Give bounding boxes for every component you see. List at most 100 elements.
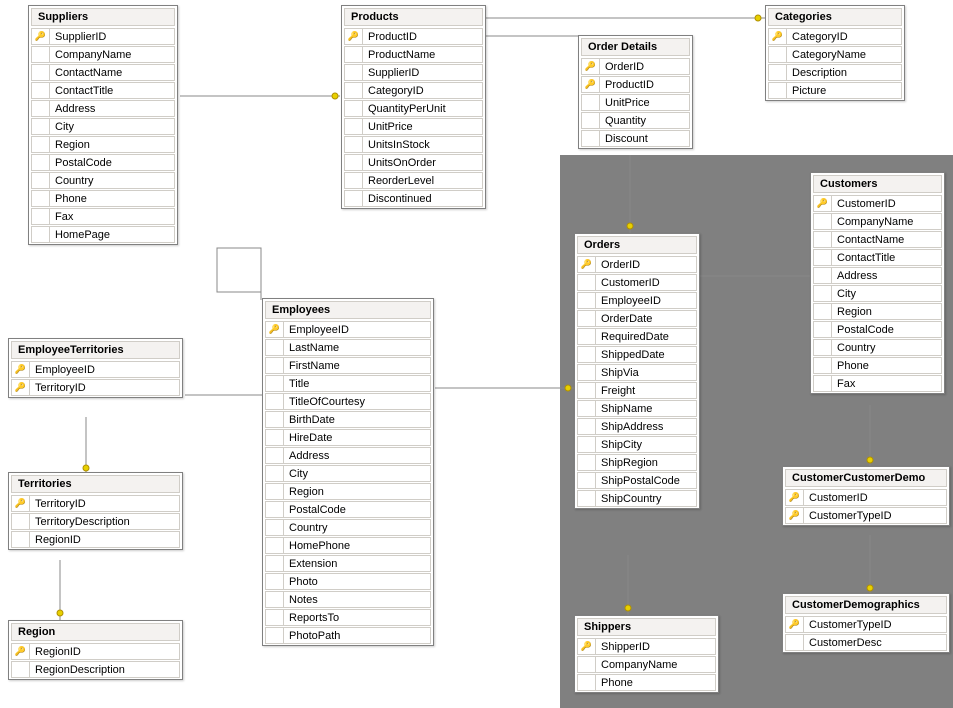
table-column[interactable]: Discount [581,130,690,147]
table-column[interactable]: RequiredDate [577,328,697,345]
table-column[interactable]: Country [265,519,431,536]
table-column[interactable]: PostalCode [813,321,942,338]
table-suppliers[interactable]: Suppliers🔑SupplierIDCompanyNameContactNa… [28,5,178,245]
table-column[interactable]: UnitsInStock [344,136,483,153]
table-column[interactable]: Address [813,267,942,284]
table-column[interactable]: Description [768,64,902,81]
table-column[interactable]: CustomerID [577,274,697,291]
table-column[interactable]: ContactTitle [813,249,942,266]
table-column[interactable]: Title [265,375,431,392]
table-column[interactable]: HomePage [31,226,175,243]
table-column[interactable]: ShipCountry [577,490,697,507]
table-customerdemographics[interactable]: CustomerDemographics🔑CustomerTypeIDCusto… [782,593,950,653]
table-column[interactable]: Notes [265,591,431,608]
table-column[interactable]: PostalCode [265,501,431,518]
table-products[interactable]: Products🔑ProductIDProductNameSupplierIDC… [341,5,486,209]
table-column[interactable]: ShipAddress [577,418,697,435]
table-column[interactable]: RegionID [11,531,180,548]
table-column[interactable]: CustomerDesc [785,634,947,651]
table-column[interactable]: Country [31,172,175,189]
table-column[interactable]: City [265,465,431,482]
table-column[interactable]: ShipPostalCode [577,472,697,489]
table-column[interactable]: HomePhone [265,537,431,554]
table-column[interactable]: ContactName [813,231,942,248]
table-orderdetails[interactable]: Order Details🔑OrderID🔑ProductIDUnitPrice… [578,35,693,149]
table-column[interactable]: CompanyName [31,46,175,63]
table-column[interactable]: SupplierID [344,64,483,81]
table-column[interactable]: 🔑CategoryID [768,28,902,45]
table-column[interactable]: CompanyName [813,213,942,230]
table-column[interactable]: Address [265,447,431,464]
table-column[interactable]: ContactName [31,64,175,81]
table-employees[interactable]: Employees🔑EmployeeIDLastNameFirstNameTit… [262,298,434,646]
table-column[interactable]: 🔑EmployeeID [265,321,431,338]
table-column[interactable]: FirstName [265,357,431,374]
table-column[interactable]: BirthDate [265,411,431,428]
table-column[interactable]: ShippedDate [577,346,697,363]
table-column[interactable]: CompanyName [577,656,716,673]
table-column[interactable]: QuantityPerUnit [344,100,483,117]
table-column[interactable]: 🔑OrderID [581,58,690,75]
table-column[interactable]: RegionDescription [11,661,180,678]
table-column[interactable]: EmployeeID [577,292,697,309]
table-column[interactable]: 🔑ProductID [581,76,690,93]
table-column[interactable]: ReorderLevel [344,172,483,189]
table-column[interactable]: Region [813,303,942,320]
table-region[interactable]: Region🔑RegionIDRegionDescription [8,620,183,680]
table-column[interactable]: 🔑CustomerID [813,195,942,212]
table-column[interactable]: Address [31,100,175,117]
table-column[interactable]: Phone [813,357,942,374]
table-column[interactable]: LastName [265,339,431,356]
table-employeeterritories[interactable]: EmployeeTerritories🔑EmployeeID🔑Territory… [8,338,183,398]
table-column[interactable]: Photo [265,573,431,590]
table-column[interactable]: Quantity [581,112,690,129]
table-column[interactable]: Phone [577,674,716,691]
table-column[interactable]: Country [813,339,942,356]
table-column[interactable]: OrderDate [577,310,697,327]
table-column[interactable]: TerritoryDescription [11,513,180,530]
table-column[interactable]: PhotoPath [265,627,431,644]
table-column[interactable]: ReportsTo [265,609,431,626]
table-categories[interactable]: Categories🔑CategoryIDCategoryNameDescrip… [765,5,905,101]
table-column[interactable]: 🔑TerritoryID [11,379,180,396]
table-column[interactable]: Fax [31,208,175,225]
table-column[interactable]: ShipVia [577,364,697,381]
table-column[interactable]: 🔑RegionID [11,643,180,660]
table-customercustomerdemo[interactable]: CustomerCustomerDemo🔑CustomerID🔑Customer… [782,466,950,526]
table-column[interactable]: Picture [768,82,902,99]
table-column[interactable]: City [813,285,942,302]
table-column[interactable]: CategoryID [344,82,483,99]
table-column[interactable]: TitleOfCourtesy [265,393,431,410]
table-column[interactable]: Phone [31,190,175,207]
table-orders[interactable]: Orders🔑OrderIDCustomerIDEmployeeIDOrderD… [574,233,700,509]
table-column[interactable]: Fax [813,375,942,392]
table-column[interactable]: ShipRegion [577,454,697,471]
table-shippers[interactable]: Shippers🔑ShipperIDCompanyNamePhone [574,615,719,693]
table-column[interactable]: 🔑SupplierID [31,28,175,45]
table-column[interactable]: 🔑EmployeeID [11,361,180,378]
table-column[interactable]: ContactTitle [31,82,175,99]
table-customers[interactable]: Customers🔑CustomerIDCompanyNameContactNa… [810,172,945,394]
table-column[interactable]: 🔑CustomerTypeID [785,616,947,633]
table-column[interactable]: 🔑ProductID [344,28,483,45]
table-column[interactable]: 🔑CustomerID [785,489,947,506]
table-column[interactable]: HireDate [265,429,431,446]
table-territories[interactable]: Territories🔑TerritoryIDTerritoryDescript… [8,472,183,550]
table-column[interactable]: UnitPrice [581,94,690,111]
table-column[interactable]: PostalCode [31,154,175,171]
table-column[interactable]: City [31,118,175,135]
table-column[interactable]: Region [265,483,431,500]
table-column[interactable]: ShipCity [577,436,697,453]
table-column[interactable]: Freight [577,382,697,399]
table-column[interactable]: Discontinued [344,190,483,207]
table-column[interactable]: CategoryName [768,46,902,63]
table-column[interactable]: 🔑CustomerTypeID [785,507,947,524]
table-column[interactable]: Extension [265,555,431,572]
table-column[interactable]: 🔑TerritoryID [11,495,180,512]
table-column[interactable]: 🔑OrderID [577,256,697,273]
table-column[interactable]: ShipName [577,400,697,417]
table-column[interactable]: UnitPrice [344,118,483,135]
table-column[interactable]: Region [31,136,175,153]
table-column[interactable]: UnitsOnOrder [344,154,483,171]
table-column[interactable]: 🔑ShipperID [577,638,716,655]
